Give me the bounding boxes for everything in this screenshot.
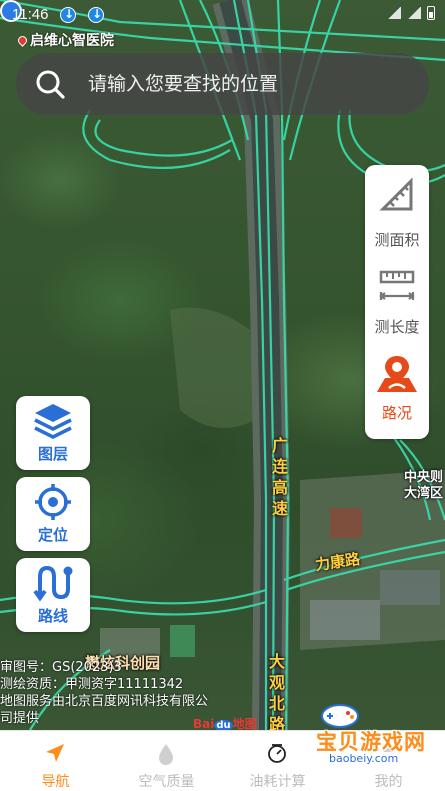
layers-icon: [34, 404, 72, 439]
status-time: 11:46: [12, 6, 49, 23]
tool-label-length: 测长度: [374, 318, 420, 336]
air-quality-icon: [159, 744, 173, 765]
nav-label-navigation: 导航: [41, 774, 70, 790]
watermark-url: baobeiy.com: [326, 752, 402, 765]
route-icon: [33, 565, 73, 602]
layers-label: 图层: [37, 445, 68, 463]
fuel-calc-icon: [268, 744, 286, 763]
traffic-button[interactable]: 路况: [365, 354, 429, 423]
poi-hospital-label[interactable]: 启维心智医院: [16, 30, 114, 50]
expressway-label-lower: 大观北路: [268, 652, 285, 730]
measure-area-button[interactable]: 测面积: [365, 175, 429, 250]
route-button[interactable]: 路线: [16, 558, 90, 632]
system-icons: [387, 6, 435, 20]
baidu-logo-text: Bai: [193, 717, 215, 731]
nav-label-air-quality: 空气质量: [138, 774, 195, 790]
tool-label-area: 测面积: [374, 231, 420, 249]
layers-button[interactable]: 图层: [16, 396, 90, 470]
watermark: 宝贝游戏网 baobeiy.com: [316, 698, 442, 768]
place-label-center: 中央则 大湾区: [404, 470, 443, 502]
nav-label-fuel-calc: 油耗计算: [249, 774, 306, 790]
place-label-line1: 中央则: [404, 470, 444, 485]
locate-label: 定位: [37, 526, 68, 544]
status-bar: 11:46: [0, 0, 445, 30]
place-label-line2: 大湾区: [404, 486, 444, 501]
download-icon: [60, 7, 76, 23]
wifi-icon: [387, 7, 401, 19]
navigation-icon: [46, 744, 64, 762]
search-input[interactable]: [88, 67, 408, 101]
copyright-line1: 审图号：GS(2023)3: [0, 660, 122, 675]
traffic-icon: [377, 356, 417, 392]
copyright-line2: 测绘资质：甲测资字11111342: [0, 677, 184, 692]
nav-item-air-quality[interactable]: 空气质量: [111, 731, 222, 791]
ruler-area-icon: [379, 177, 413, 211]
signal-icon: [407, 7, 421, 19]
map-pin-icon: [16, 33, 29, 47]
tool-label-traffic: 路况: [381, 404, 412, 422]
expressway-label-upper: 广连高速: [271, 436, 288, 518]
map-tools-panel: 测面积 测长度 路况: [365, 165, 429, 439]
copyright-line3: 地图服务由北京百度网讯科技有限公: [0, 694, 209, 709]
nav-item-navigation[interactable]: 导航: [0, 731, 111, 791]
search-bar[interactable]: [16, 53, 429, 115]
battery-icon: [427, 6, 435, 20]
locate-button[interactable]: 定位: [16, 477, 90, 551]
measure-length-button[interactable]: 测长度: [365, 268, 429, 337]
download-icon: [88, 7, 104, 23]
route-label: 路线: [37, 607, 68, 625]
baidu-logo-suffix: 地图: [232, 717, 257, 731]
poi-hospital-text: 启维心智医院: [30, 33, 114, 49]
nav-label-profile: 我的: [374, 774, 403, 790]
ruler-length-icon: [379, 270, 415, 300]
locate-icon: [35, 484, 71, 520]
search-icon: [36, 70, 65, 99]
